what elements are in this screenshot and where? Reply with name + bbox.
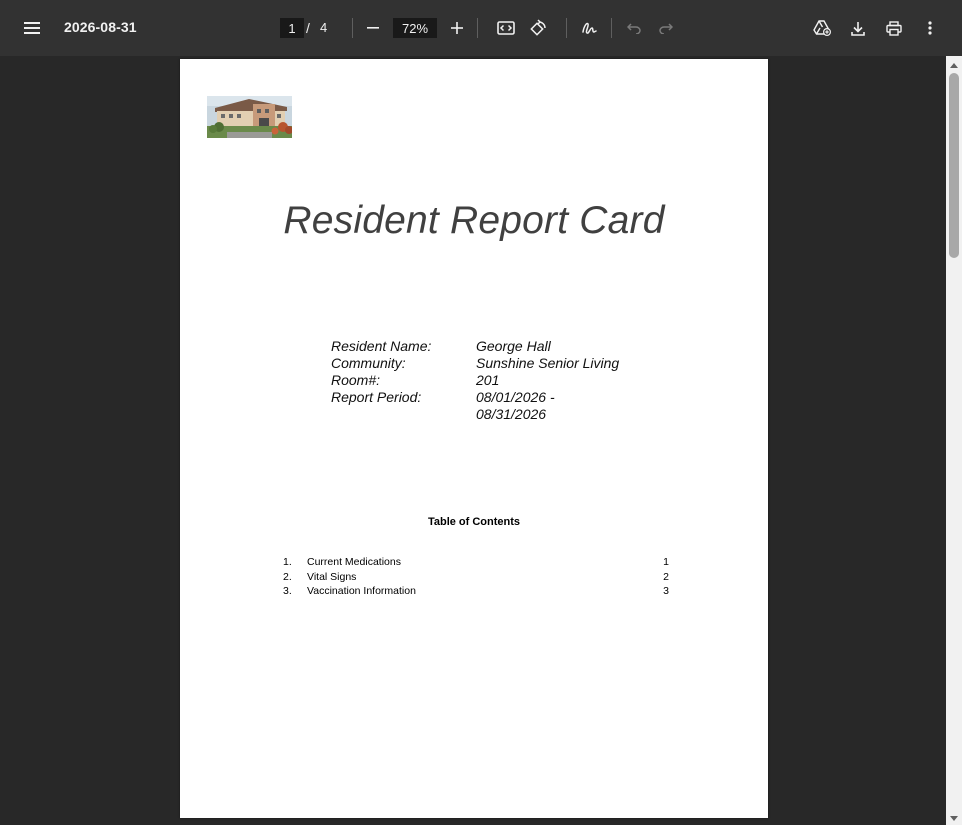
toolbar-divider	[477, 18, 478, 38]
pdf-page: Resident Report Card Resident Name: Geor…	[180, 59, 768, 818]
toc-item: 1. Current Medications 1	[283, 555, 669, 570]
toolbar-divider	[566, 18, 567, 38]
download-icon[interactable]	[844, 14, 872, 42]
document-title: 2026-08-31	[64, 19, 137, 35]
hamburger-menu-icon[interactable]	[18, 14, 46, 42]
page-separator: /	[306, 20, 310, 36]
scroll-down-arrow-icon[interactable]	[946, 811, 962, 825]
info-value: 08/01/2026 - 08/31/2026	[476, 389, 555, 422]
toc-item-number: 1.	[283, 556, 292, 568]
scrollbar-thumb[interactable]	[949, 73, 959, 258]
toc-item-label: Vital Signs	[307, 570, 357, 583]
more-vert-icon[interactable]	[916, 14, 944, 42]
rotate-icon[interactable]	[524, 14, 552, 42]
fit-to-page-icon[interactable]	[492, 14, 520, 42]
pdf-toolbar: 2026-08-31 / 4	[0, 0, 962, 56]
vertical-scrollbar[interactable]	[946, 56, 962, 825]
info-value: Sunshine Senior Living	[476, 355, 620, 371]
total-pages: 4	[320, 20, 328, 35]
pdf-viewer-area[interactable]: Resident Report Card Resident Name: Geor…	[0, 56, 946, 825]
minus-icon[interactable]	[359, 14, 387, 42]
info-label: Resident Name:	[331, 338, 432, 354]
toc-heading: Table of Contents	[427, 516, 521, 528]
room-row: Room#: 201	[331, 372, 636, 389]
undo-icon[interactable]	[620, 14, 648, 42]
toc-item-page: 3	[663, 585, 669, 597]
community-row: Community: Sunshine Senior Living	[331, 355, 636, 372]
toc-item: 3. Vaccination Information 3	[283, 584, 669, 599]
toc-item-label: Current Medications	[307, 556, 401, 568]
report-period-row: Report Period: 08/01/2026 - 08/31/2026	[331, 389, 636, 423]
info-label: Community:	[331, 355, 406, 371]
toc-item-page: 1	[663, 556, 669, 568]
page-number-input[interactable]	[280, 18, 304, 38]
toc-item: 2. Vital Signs 2	[283, 570, 669, 585]
scroll-up-arrow-icon[interactable]	[946, 58, 962, 72]
draw-icon[interactable]	[575, 14, 603, 42]
info-value: 201	[476, 372, 500, 388]
info-label: Report Period:	[331, 389, 422, 405]
resident-name-row: Resident Name: George Hall	[331, 338, 636, 355]
toc-list: 1. Current Medications 1 2. Vital Signs …	[283, 555, 669, 599]
drive-add-icon[interactable]	[808, 14, 836, 42]
toc-item-label: Vaccination Information	[307, 585, 416, 597]
community-building-logo	[207, 96, 292, 138]
resident-info-table: Resident Name: George Hall Community: Su…	[331, 338, 636, 423]
toc-item-number: 2.	[283, 570, 292, 583]
toc-item-number: 3.	[283, 585, 292, 597]
zoom-level-input[interactable]	[393, 18, 437, 38]
redo-icon[interactable]	[652, 14, 680, 42]
printer-icon[interactable]	[880, 14, 908, 42]
toolbar-divider	[352, 18, 353, 38]
toc-item-page: 2	[663, 570, 669, 583]
toolbar-divider	[611, 18, 612, 38]
report-title: Resident Report Card	[283, 199, 665, 242]
info-label: Room#:	[331, 372, 381, 388]
plus-icon[interactable]	[443, 14, 471, 42]
info-value: George Hall	[476, 338, 551, 354]
